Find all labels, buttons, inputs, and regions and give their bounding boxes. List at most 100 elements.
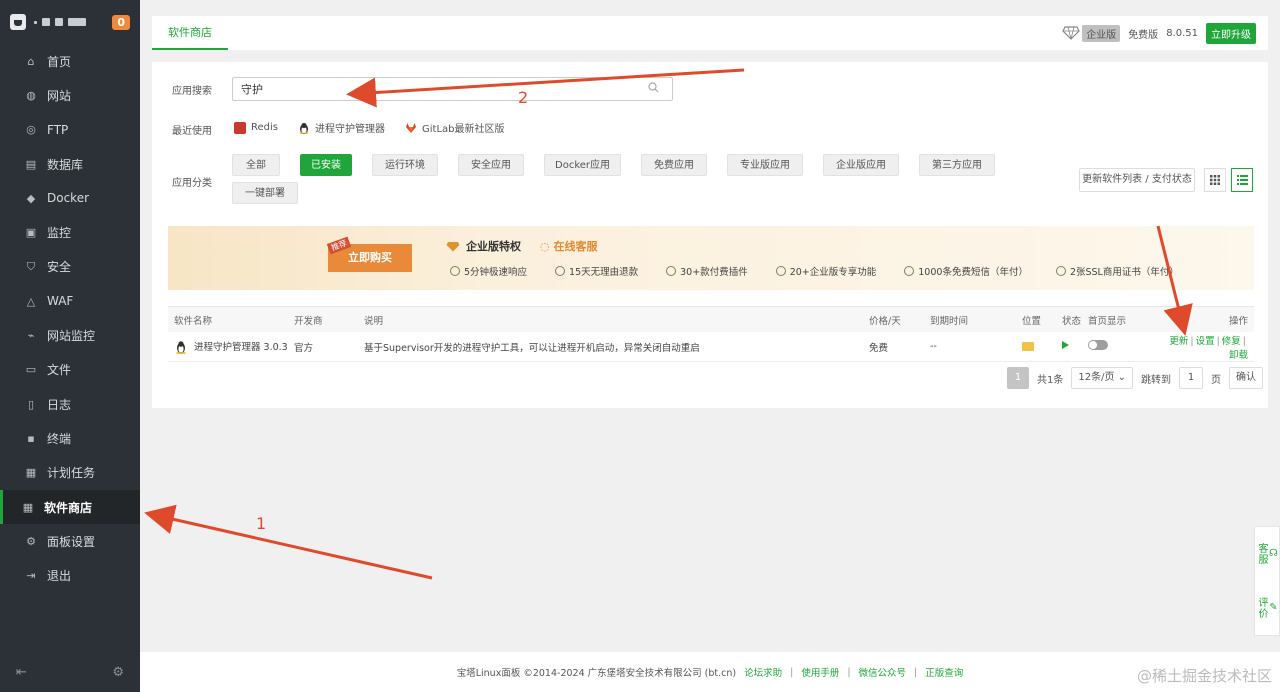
headset-icon: ☊: [1268, 548, 1279, 560]
sidebar-item-site-monitor[interactable]: ⌁ 网站监控: [0, 318, 140, 352]
category-all[interactable]: 全部: [232, 154, 280, 176]
sidebar-item-security[interactable]: ⛉ 安全: [0, 250, 140, 284]
top-bar: 软件商店 企业版 免费版 8.0.51 立即升级: [152, 16, 1268, 50]
forum-link[interactable]: 论坛求助: [744, 665, 782, 679]
linux-tux-icon: [176, 341, 186, 355]
license-check-link[interactable]: 正版查询: [925, 665, 963, 679]
category-security[interactable]: 安全应用: [458, 154, 524, 176]
recent-app-redis[interactable]: Redis: [234, 121, 278, 134]
floating-toolbar: ☊ 客服 ✎ 评价: [1254, 526, 1280, 636]
online-service-link[interactable]: ◌ 在线客服: [540, 238, 597, 254]
banner-title-text: 企业版特权: [466, 240, 521, 253]
category-enterprise[interactable]: 企业版应用: [823, 154, 900, 176]
sidebar-footer: ⇤ ⚙: [16, 665, 124, 680]
tab-app-store[interactable]: 软件商店: [152, 16, 228, 50]
category-runtime[interactable]: 运行环境: [372, 154, 438, 176]
logo-icon: [10, 14, 26, 30]
feature-item: 5分钟极速响应: [450, 264, 527, 278]
sidebar-item-logs[interactable]: ▯ 日志: [0, 387, 140, 421]
per-page-select[interactable]: 12条/页 ⌄: [1071, 367, 1134, 389]
status-cell: [1062, 341, 1088, 352]
homepage-display-toggle[interactable]: [1088, 340, 1108, 350]
manual-link[interactable]: 使用手册: [801, 665, 839, 679]
search-input[interactable]: [232, 77, 673, 101]
search-icon[interactable]: [648, 82, 659, 93]
settings-link[interactable]: 设置: [1196, 336, 1215, 347]
uninstall-link[interactable]: 卸载: [1229, 350, 1248, 361]
sidebar-item-app-store[interactable]: ▦ 软件商店: [0, 489, 140, 525]
feature-item: 1000条免费短信（年付）: [904, 264, 1028, 278]
page-number[interactable]: 1: [1007, 367, 1029, 389]
play-icon[interactable]: [1062, 341, 1069, 349]
folder-icon[interactable]: [1022, 341, 1034, 351]
log-icon: ▯: [27, 397, 35, 411]
footer: 宝塔Linux面板 ©2014-2024 广东堡塔安全技术有限公司 (bt.cn…: [140, 652, 1280, 692]
enterprise-tag[interactable]: 企业版: [1062, 24, 1121, 42]
database-icon: ▤: [25, 157, 37, 171]
sidebar-item-docker[interactable]: ◆ Docker: [0, 181, 140, 215]
upgrade-button[interactable]: 立即升级: [1206, 22, 1256, 44]
software-name-cell[interactable]: 进程守护管理器 3.0.3: [168, 339, 294, 355]
sidebar-item-label: 日志: [47, 397, 72, 412]
copyright-text: 宝塔Linux面板 ©2014-2024 广东堡塔安全技术有限公司 (bt.cn…: [456, 668, 737, 679]
sidebar-item-monitor[interactable]: ▣ 监控: [0, 215, 140, 249]
home-icon: ⌂: [27, 54, 35, 68]
refresh-software-list-button[interactable]: 更新软件列表 / 支付状态: [1079, 168, 1195, 192]
grid-view-icon: [1210, 175, 1220, 185]
sidebar-nav: ⌂ 首页 ◍ 网站 ◎ FTP ▤ 数据库 ◆ Docker ▣ 监控 ⛉ 安全 △ WAF ⌁…: [0, 44, 140, 593]
terminal-icon: ▪: [27, 431, 35, 445]
location-cell: [1022, 341, 1062, 353]
category-third-party[interactable]: 第三方应用: [919, 154, 996, 176]
sidebar-item-website[interactable]: ◍ 网站: [0, 78, 140, 112]
feature-label: 20+企业版专享功能: [789, 267, 877, 278]
diamond-icon: [446, 241, 460, 251]
page-jump-input[interactable]: 1: [1179, 367, 1204, 389]
description-cell: 基于Supervisor开发的进程守护工具，可以让进程开机启动，异常关闭自动重启: [364, 342, 700, 354]
collapse-sidebar-icon[interactable]: ⇤: [16, 665, 27, 680]
recent-app-gitlab[interactable]: GitLab最新社区版: [405, 120, 505, 135]
category-free[interactable]: 免费应用: [641, 154, 708, 176]
folder-icon: ▭: [25, 363, 37, 377]
grid-view-button[interactable]: [1204, 168, 1226, 192]
recent-app-supervisor[interactable]: 进程守护管理器: [298, 120, 385, 135]
settings-small-icon[interactable]: ⚙: [112, 665, 124, 680]
per-page-value: 12条/页: [1078, 372, 1115, 383]
ftp-icon: ◎: [26, 123, 36, 137]
column-header: 到期时间: [930, 315, 969, 327]
sidebar-item-cron[interactable]: ▦ 计划任务: [0, 456, 140, 490]
category-docker[interactable]: Docker应用: [544, 154, 622, 176]
refund-icon: [555, 266, 566, 276]
sidebar-header: 0: [0, 0, 140, 44]
category-one-click[interactable]: 一键部署: [232, 182, 298, 204]
free-edition-label: 免费版: [1128, 29, 1159, 41]
sidebar-item-label: 首页: [47, 54, 72, 69]
repair-link[interactable]: 修复: [1222, 336, 1241, 347]
category-installed[interactable]: 已安装: [300, 154, 352, 176]
sidebar-item-ftp[interactable]: ◎ FTP: [0, 113, 140, 147]
column-header: 开发商: [294, 315, 323, 327]
enterprise-label: 企业版: [1082, 24, 1121, 42]
feature-label: 5分钟极速响应: [464, 267, 528, 278]
sidebar-item-waf[interactable]: △ WAF: [0, 284, 140, 318]
confirm-jump-button[interactable]: 确认: [1229, 367, 1264, 389]
wechat-link[interactable]: 微信公众号: [859, 665, 907, 679]
update-link[interactable]: 更新: [1169, 336, 1188, 347]
price-cell: 免费: [869, 342, 889, 354]
enterprise-banner: 立即购买 推荐 企业版特权 ◌ 在线客服 5分钟极速响应 15天无理由退款 30…: [168, 226, 1254, 290]
sidebar-item-label: 文件: [47, 363, 72, 378]
category-pro[interactable]: 专业版应用: [727, 154, 804, 176]
diamond-outline-icon: [775, 266, 786, 276]
feedback-button[interactable]: ✎ 评价: [1255, 597, 1279, 619]
list-view-button[interactable]: [1231, 168, 1253, 192]
arrow-1: [144, 504, 433, 580]
redis-icon: [234, 121, 246, 134]
customer-service-button[interactable]: ☊ 客服: [1255, 543, 1279, 565]
site-monitor-icon: ⌁: [27, 329, 35, 343]
sidebar-item-terminal[interactable]: ▪ 终端: [0, 421, 140, 455]
sidebar-item-logout[interactable]: ⇥ 退出: [0, 558, 140, 592]
sidebar-item-home[interactable]: ⌂ 首页: [0, 44, 140, 78]
notification-badge[interactable]: 0: [112, 14, 130, 30]
sidebar-item-panel-settings[interactable]: ⚙ 面板设置: [0, 524, 140, 558]
sidebar-item-files[interactable]: ▭ 文件: [0, 353, 140, 387]
sidebar-item-database[interactable]: ▤ 数据库: [0, 147, 140, 181]
